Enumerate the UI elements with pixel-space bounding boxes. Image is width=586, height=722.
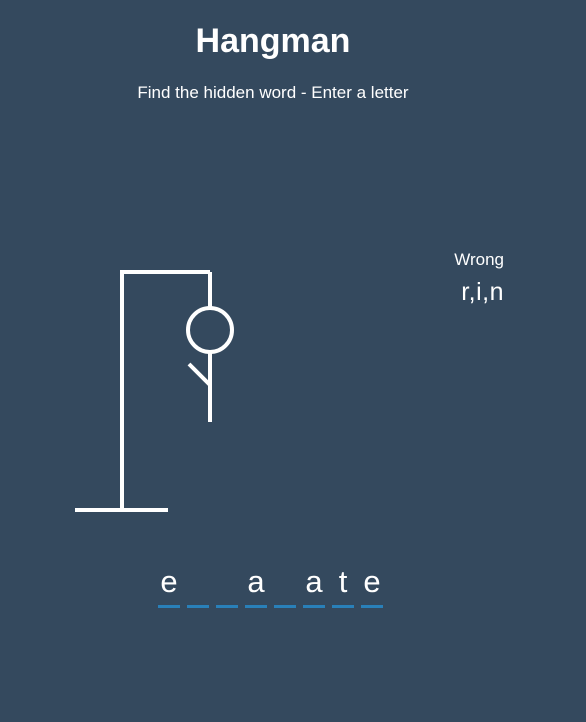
- hangman-head: [186, 306, 234, 354]
- hangman-figure: [60, 260, 260, 525]
- word-letter-slot: e: [361, 562, 383, 608]
- word-letter-slot: [187, 562, 209, 608]
- wrong-letters-list: r,i,n: [461, 278, 504, 306]
- word-letter-slot: t: [332, 562, 354, 608]
- hidden-word: e a a t e: [158, 562, 390, 608]
- wrong-letters-panel: Wrong r,i,n: [454, 250, 504, 307]
- word-letter-slot: a: [245, 562, 267, 608]
- word-letter-slot: e: [158, 562, 180, 608]
- game-container: Wrong r,i,n e a a t e: [0, 0, 586, 722]
- word-letter-slot: [274, 562, 296, 608]
- word-letter-slot: [216, 562, 238, 608]
- wrong-label: Wrong: [454, 250, 504, 269]
- hangman-left-arm: [187, 362, 212, 387]
- word-letter-slot: a: [303, 562, 325, 608]
